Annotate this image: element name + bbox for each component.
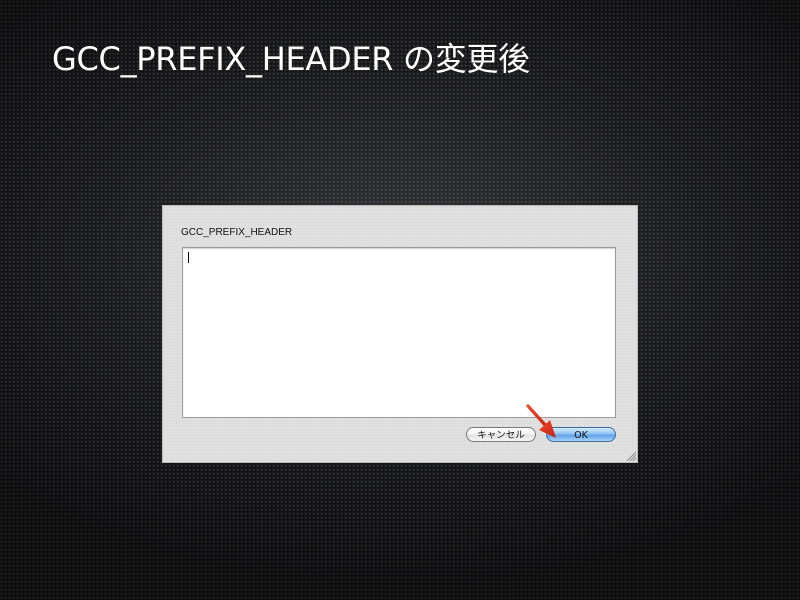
slide-title: GCC_PREFIX_HEADER の変更後 xyxy=(52,40,530,78)
text-caret xyxy=(188,252,189,263)
field-label: GCC_PREFIX_HEADER xyxy=(181,227,293,238)
red-arrow-icon xyxy=(526,404,556,438)
resize-grip-icon[interactable] xyxy=(625,450,636,461)
value-text-area[interactable] xyxy=(182,247,616,418)
edit-setting-dialog: GCC_PREFIX_HEADER キャンセル OK xyxy=(162,205,638,463)
